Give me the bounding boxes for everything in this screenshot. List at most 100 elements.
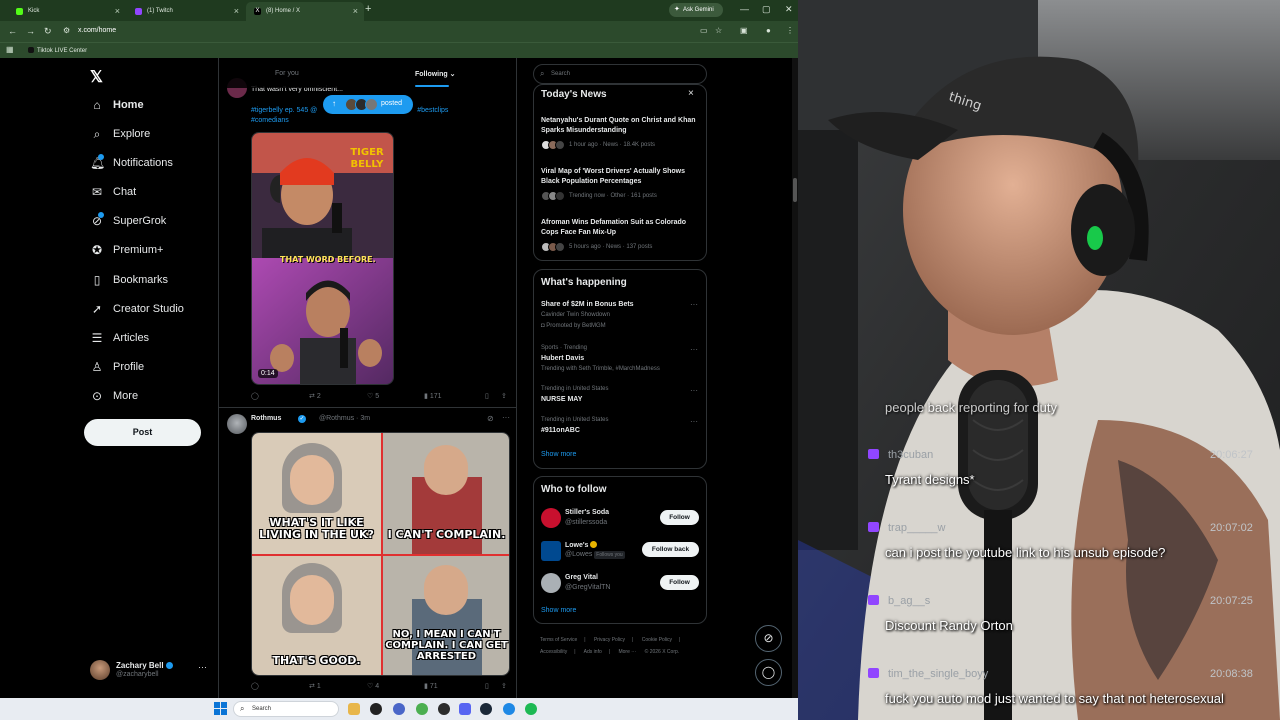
like-button[interactable]: ♡ 4 <box>367 682 379 690</box>
tab-following[interactable]: Following ⌄ <box>415 70 456 78</box>
views-button[interactable]: ▮ 171 <box>424 392 442 400</box>
news-headline[interactable]: Afroman Wins Defamation Suit as Colorado… <box>541 218 701 238</box>
more-icon[interactable]: ··· <box>690 417 698 426</box>
footer-link[interactable]: Terms of Service <box>540 637 577 643</box>
author-handle[interactable]: @Rothmus · 3m <box>319 415 370 422</box>
messages-fab-button[interactable]: ◯ <box>755 659 782 686</box>
chrome-icon[interactable] <box>416 703 428 715</box>
bookmark-icon[interactable]: ▯ <box>485 392 489 400</box>
retweet-button[interactable]: ⇄ 2 <box>309 392 321 400</box>
apps-icon[interactable]: ▦ <box>6 45 14 54</box>
share-icon[interactable]: ⇪ <box>501 682 507 690</box>
cast-icon[interactable]: ▭ <box>700 26 708 35</box>
url-field[interactable]: x.com/home <box>78 27 116 34</box>
more-icon[interactable]: ··· <box>502 413 510 422</box>
news-headline[interactable]: Netanyahu's Durant Quote on Christ and K… <box>541 116 701 136</box>
like-button[interactable]: ♡ 5 <box>367 392 379 400</box>
maximize-icon[interactable]: ▢ <box>762 4 771 15</box>
tab-twitch[interactable]: (1) Twitch × <box>127 2 245 21</box>
account-more-icon[interactable]: ··· <box>198 662 207 672</box>
close-icon[interactable]: × <box>353 6 358 16</box>
show-more-link[interactable]: Show more <box>541 451 576 458</box>
footer-link[interactable]: Ads info <box>584 649 602 655</box>
follow-name[interactable]: Greg Vital <box>565 574 598 581</box>
forward-icon[interactable]: → <box>26 26 35 36</box>
bookmark-tiktok[interactable]: Tiktok LIVE Center <box>28 47 87 54</box>
author-name[interactable]: Rothmus <box>251 415 281 422</box>
follow-back-button[interactable]: Follow back <box>642 542 699 557</box>
app-icon[interactable] <box>370 703 382 715</box>
footer-link[interactable]: Privacy Policy <box>594 637 625 643</box>
new-tab-button[interactable]: + <box>365 3 371 15</box>
avatar[interactable] <box>541 573 561 593</box>
avatar[interactable] <box>541 508 561 528</box>
bookmark-icon[interactable]: ▯ <box>485 682 489 690</box>
app-icon[interactable] <box>393 703 405 715</box>
footer-link[interactable]: Cookie Policy <box>642 637 672 643</box>
follow-button[interactable]: Follow <box>660 510 699 525</box>
hashtag-line[interactable]: #tigerbelly ep. 545 @ <box>251 107 317 114</box>
hashtag-comedians[interactable]: #comedians <box>251 117 289 124</box>
follow-button[interactable]: Follow <box>660 575 699 590</box>
search-input[interactable]: ⌕ Search <box>533 64 707 84</box>
chat-timestamp: 20:07:02 <box>1210 522 1253 534</box>
grok-fab-button[interactable]: ⊘ <box>755 625 782 652</box>
close-window-icon[interactable]: ✕ <box>785 4 793 15</box>
news-headline[interactable]: Viral Map of 'Worst Drivers' Actually Sh… <box>541 167 701 187</box>
trend-title[interactable]: Hubert Davis <box>541 355 584 362</box>
trend-title[interactable]: NURSE MAY <box>541 396 582 403</box>
footer-link[interactable]: More ··· <box>618 649 636 655</box>
spotify-icon[interactable] <box>525 703 537 715</box>
sidepanel-icon[interactable]: ▣ <box>740 26 748 35</box>
app-icon[interactable] <box>438 703 450 715</box>
minimize-icon[interactable]: — <box>740 4 749 14</box>
new-posts-pill[interactable]: ↑ posted <box>323 95 413 114</box>
more-icon[interactable]: ··· <box>690 300 698 309</box>
avatar[interactable] <box>90 660 110 680</box>
tab-kick[interactable]: Kick × <box>8 2 126 21</box>
windows-start-icon[interactable] <box>214 702 228 716</box>
share-icon[interactable]: ⇪ <box>501 392 507 400</box>
follow-name[interactable]: Lowe's <box>565 541 598 549</box>
file-explorer-icon[interactable] <box>348 703 360 715</box>
taskbar-search[interactable]: Search <box>233 701 339 717</box>
follow-name[interactable]: Stiller's Soda <box>565 509 609 516</box>
reply-icon[interactable]: ◯ <box>251 682 259 690</box>
scrollbar-thumb[interactable] <box>793 178 797 202</box>
tab-for-you[interactable]: For you <box>275 70 299 77</box>
show-more-link[interactable]: Show more <box>541 607 576 614</box>
more-icon[interactable]: ··· <box>690 386 698 395</box>
tweet-image[interactable]: WHAT'S IT LIKE LIVING IN THE UK? I CAN'T… <box>251 432 510 676</box>
hashtag-bestclips[interactable]: #bestclips <box>417 107 448 114</box>
avatar[interactable] <box>227 414 247 434</box>
tab-x-home[interactable]: X (8) Home / X × <box>246 2 364 21</box>
account-name[interactable]: Zachary Bell <box>116 661 173 670</box>
profile-icon[interactable]: ● <box>766 26 771 35</box>
trend-meta: Trending in United States <box>541 417 609 423</box>
trend-title[interactable]: #911onABC <box>541 427 580 434</box>
menu-icon[interactable]: ⋮ <box>786 26 794 35</box>
discord-icon[interactable] <box>459 703 471 715</box>
tweet-video[interactable]: TIGER BELLY THAT WORD BEFORE. 0:14 <box>251 132 394 385</box>
trend-title[interactable]: Share of $2M in Bonus Bets <box>541 301 634 308</box>
reload-icon[interactable]: ↻ <box>44 26 52 37</box>
footer-link[interactable]: Accessibility <box>540 649 567 655</box>
x-logo-icon[interactable]: 𝕏 <box>90 67 103 87</box>
grok-icon[interactable]: ⊘ <box>487 414 494 423</box>
trend-subtitle: Cavinder Twin Showdown <box>541 312 610 318</box>
reply-icon[interactable]: ◯ <box>251 392 259 400</box>
steam-icon[interactable] <box>480 703 492 715</box>
avatar[interactable] <box>541 541 561 561</box>
ask-gemini-button[interactable]: Ask Gemini <box>669 3 723 17</box>
site-info-icon[interactable]: ⚙ <box>63 26 70 35</box>
star-icon[interactable]: ☆ <box>715 26 722 35</box>
app-icon[interactable] <box>503 703 515 715</box>
more-icon[interactable]: ··· <box>690 345 698 354</box>
close-icon[interactable]: × <box>234 6 239 16</box>
post-button[interactable]: Post <box>84 419 201 446</box>
back-icon[interactable]: ← <box>8 26 17 36</box>
views-button[interactable]: ▮ 71 <box>424 682 438 690</box>
close-icon[interactable]: × <box>115 6 120 16</box>
close-icon[interactable]: × <box>688 88 694 99</box>
retweet-button[interactable]: ⇄ 1 <box>309 682 321 690</box>
